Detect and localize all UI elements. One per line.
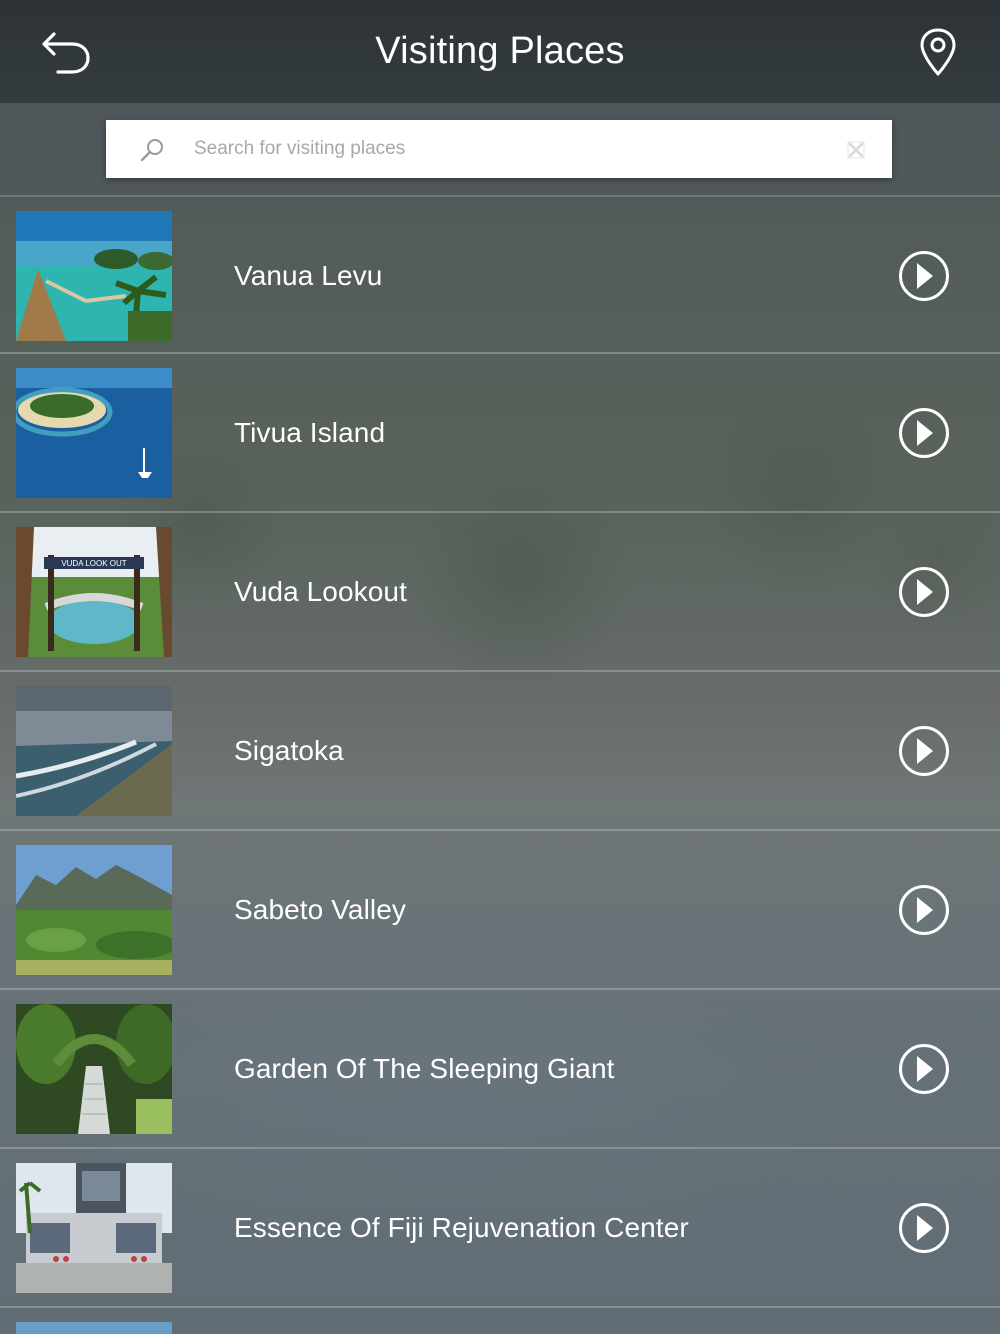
places-list: Vanua Levu Tivua Island VUDA LOOK OUT Vu… xyxy=(0,195,1000,1334)
tropical-resort-photo xyxy=(16,211,172,341)
garden-walkway-photo xyxy=(16,1004,172,1134)
coastline-photo xyxy=(16,686,172,816)
chevron-right-circle-icon[interactable] xyxy=(898,407,950,459)
sign-text: VUDA LOOK OUT xyxy=(61,559,126,568)
page-title: Visiting Places xyxy=(375,30,625,72)
list-item[interactable]: Tivua Island xyxy=(0,354,1000,513)
app-header: Visiting Places xyxy=(0,0,1000,103)
chevron-right-circle-icon[interactable] xyxy=(898,1202,950,1254)
list-item[interactable]: Garden Of The Sleeping Giant xyxy=(0,990,1000,1149)
place-name: Vuda Lookout xyxy=(234,576,407,607)
building-photo xyxy=(16,1163,172,1293)
back-button[interactable] xyxy=(38,28,94,78)
search-box xyxy=(106,120,892,178)
list-item-partial[interactable] xyxy=(0,1308,1000,1334)
list-item[interactable]: Essence Of Fiji Rejuvenation Center xyxy=(0,1149,1000,1308)
chevron-right-circle-icon[interactable] xyxy=(898,725,950,777)
place-name: Sigatoka xyxy=(234,735,344,766)
back-arrow-icon xyxy=(42,32,90,74)
place-name: Garden Of The Sleeping Giant xyxy=(234,1053,615,1084)
clear-search-icon[interactable] xyxy=(846,140,866,160)
island-aerial-photo xyxy=(16,368,172,498)
place-name: Vanua Levu xyxy=(234,260,383,291)
chevron-right-circle-icon[interactable] xyxy=(898,250,950,302)
list-item[interactable]: Sigatoka xyxy=(0,672,1000,831)
search-bar-area xyxy=(0,103,1000,195)
location-button[interactable] xyxy=(916,26,960,78)
place-name: Essence Of Fiji Rejuvenation Center xyxy=(234,1212,689,1243)
place-name: Sabeto Valley xyxy=(234,894,407,925)
map-pin-icon xyxy=(920,28,956,76)
chevron-right-circle-icon[interactable] xyxy=(898,1043,950,1095)
chevron-right-circle-icon[interactable] xyxy=(898,884,950,936)
search-input[interactable] xyxy=(194,120,824,178)
list-item[interactable]: Sabeto Valley xyxy=(0,831,1000,990)
lookout-gate-photo: VUDA LOOK OUT xyxy=(16,527,172,657)
chevron-right-circle-icon[interactable] xyxy=(898,566,950,618)
place-name: Tivua Island xyxy=(234,417,386,448)
search-icon xyxy=(140,139,163,162)
list-item[interactable]: VUDA LOOK OUT Vuda Lookout xyxy=(0,513,1000,672)
partial-photo xyxy=(16,1322,172,1334)
list-item[interactable]: Vanua Levu xyxy=(0,195,1000,354)
mountain-valley-photo xyxy=(16,845,172,975)
